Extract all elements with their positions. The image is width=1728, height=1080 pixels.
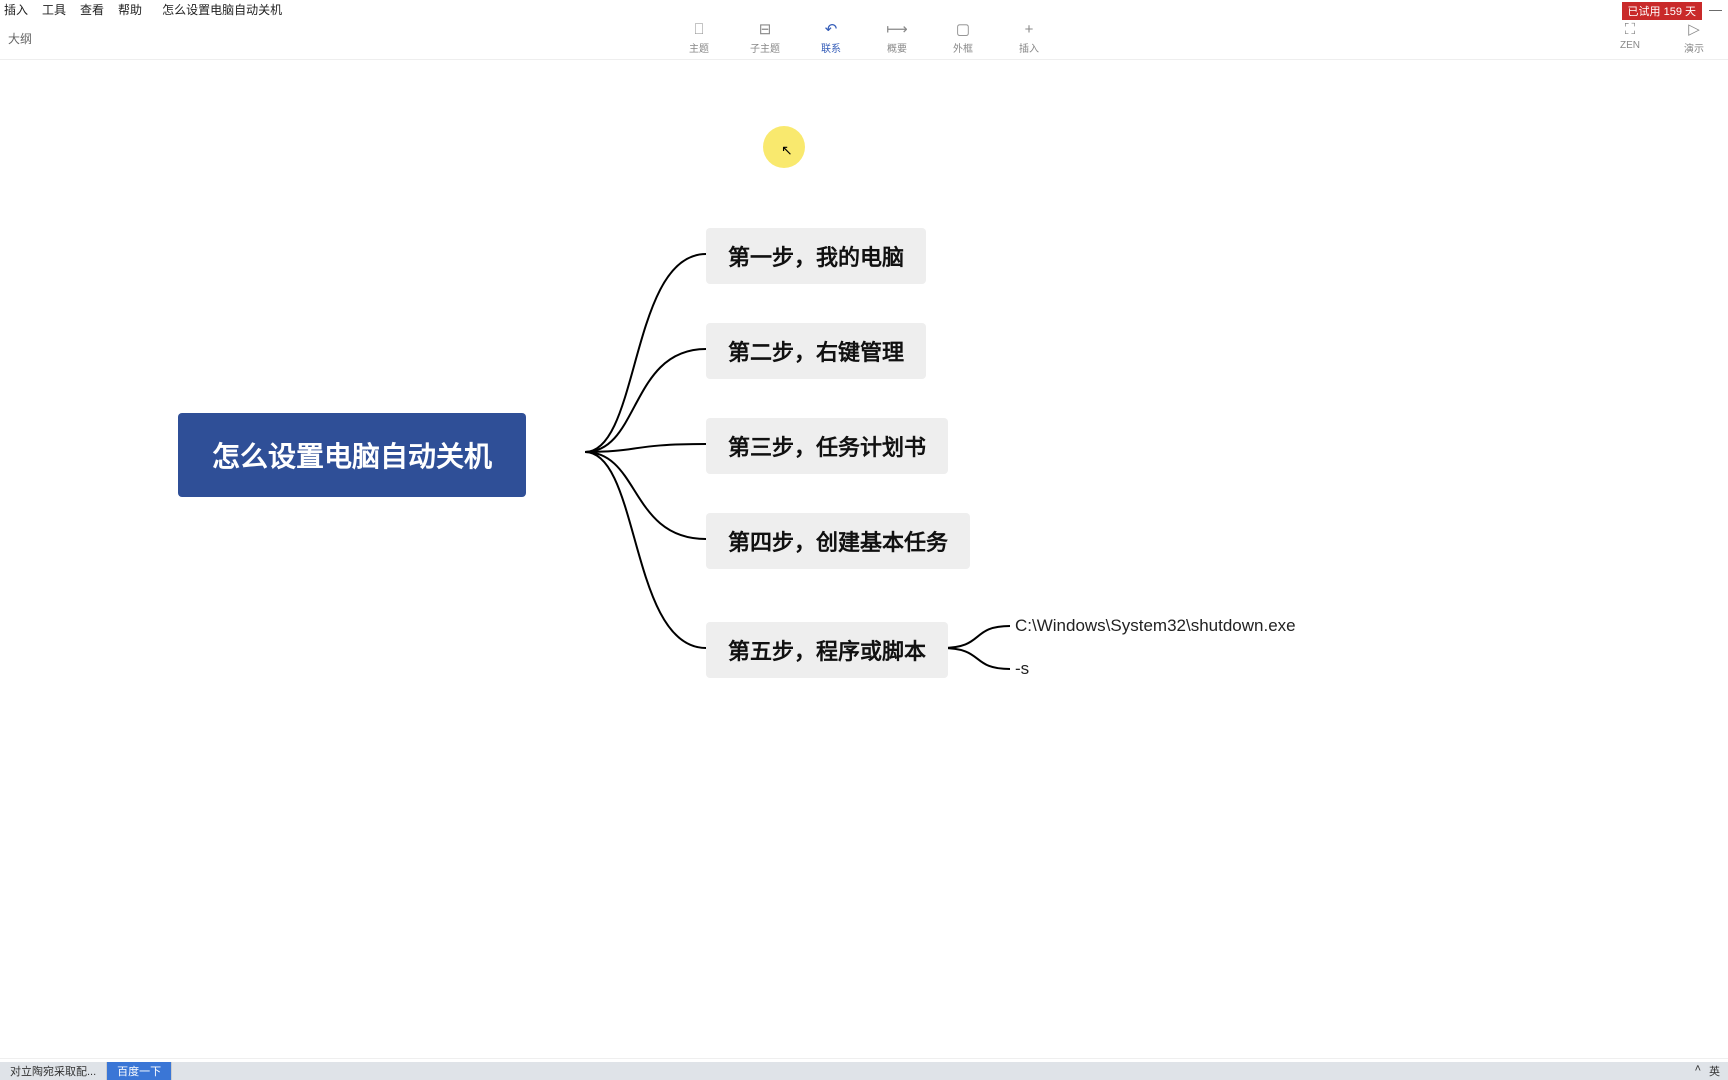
mindmap-node-step2[interactable]: 第二步，右键管理 xyxy=(706,323,926,379)
tool-insert[interactable]: + 插入 xyxy=(1013,22,1045,55)
ime-indicator[interactable]: 英 xyxy=(1709,1063,1720,1079)
menu-tools[interactable]: 工具 xyxy=(42,1,66,18)
tool-relationship[interactable]: ↶ 联系 xyxy=(815,22,847,55)
toolbar: 大纲 ⎕ 主题 ⊟ 子主题 ↶ 联系 ⟼ 概要 ▢ 外框 + 插入 ⛶ ZEN xyxy=(0,18,1728,60)
menu-bar: 插入 工具 查看 帮助 怎么设置电脑自动关机 xyxy=(0,0,1728,18)
fullscreen-icon: ⛶ xyxy=(1625,22,1636,37)
subtopic-icon: ⊟ xyxy=(759,22,772,37)
relationship-icon: ↶ xyxy=(825,22,838,37)
tool-zen[interactable]: ⛶ ZEN xyxy=(1614,22,1646,55)
toolbar-right: ⛶ ZEN ▷ 演示 xyxy=(1614,22,1710,55)
mindmap-node-step1[interactable]: 第一步，我的电脑 xyxy=(706,228,926,284)
tool-label: 子主题 xyxy=(750,40,780,55)
tool-subtopic[interactable]: ⊟ 子主题 xyxy=(749,22,781,55)
mindmap-node-step3[interactable]: 第三步，任务计划书 xyxy=(706,418,948,474)
outline-toggle[interactable]: 大纲 xyxy=(8,30,32,47)
mindmap-leaf-arg[interactable]: -s xyxy=(1015,659,1029,679)
tool-boundary[interactable]: ▢ 外框 xyxy=(947,22,979,55)
menu-insert[interactable]: 插入 xyxy=(4,1,28,18)
tool-summary[interactable]: ⟼ 概要 xyxy=(881,22,913,55)
taskbar-button-active[interactable]: 百度一下 xyxy=(107,1062,172,1080)
boundary-icon: ▢ xyxy=(956,22,970,37)
cursor-icon: ↖ xyxy=(781,142,793,159)
tray-chevron-icon[interactable]: ˄ xyxy=(1695,1063,1701,1079)
system-tray[interactable]: ˄ 英 xyxy=(1695,1063,1728,1079)
tool-label: 主题 xyxy=(689,40,709,55)
menu-help[interactable]: 帮助 xyxy=(118,1,142,18)
tool-label: 演示 xyxy=(1684,40,1704,55)
tool-label: 概要 xyxy=(887,40,907,55)
mindmap-node-step4[interactable]: 第四步，创建基本任务 xyxy=(706,513,970,569)
play-icon: ▷ xyxy=(1688,22,1700,37)
mindmap-node-step5[interactable]: 第五步，程序或脚本 xyxy=(706,622,948,678)
tool-label: 插入 xyxy=(1019,40,1039,55)
tool-topic[interactable]: ⎕ 主题 xyxy=(683,22,715,55)
tool-label: 联系 xyxy=(821,40,841,55)
document-tab-title: 怎么设置电脑自动关机 xyxy=(162,1,282,18)
menu-view[interactable]: 查看 xyxy=(80,1,104,18)
mindmap-root-node[interactable]: 怎么设置电脑自动关机 xyxy=(178,413,526,497)
tool-label: ZEN xyxy=(1620,40,1640,51)
taskbar-button[interactable]: 对立陶宛采取配... xyxy=(0,1062,107,1080)
tool-label: 外框 xyxy=(953,40,973,55)
summary-icon: ⟼ xyxy=(886,22,908,37)
tool-present[interactable]: ▷ 演示 xyxy=(1678,22,1710,55)
mindmap-leaf-path[interactable]: C:\Windows\System32\shutdown.exe xyxy=(1015,616,1296,636)
toolbar-center: ⎕ 主题 ⊟ 子主题 ↶ 联系 ⟼ 概要 ▢ 外框 + 插入 xyxy=(683,22,1045,55)
os-taskbar: 对立陶宛采取配... 百度一下 ˄ 英 xyxy=(0,1062,1728,1080)
mindmap-canvas[interactable]: ↖ 怎么设置电脑自动关机 第一步，我的电脑 第二步，右键管理 第三步，任务计划书… xyxy=(0,60,1728,1058)
plus-icon: + xyxy=(1025,22,1034,37)
minimize-button[interactable]: — xyxy=(1709,2,1722,17)
topic-icon: ⎕ xyxy=(694,22,703,37)
